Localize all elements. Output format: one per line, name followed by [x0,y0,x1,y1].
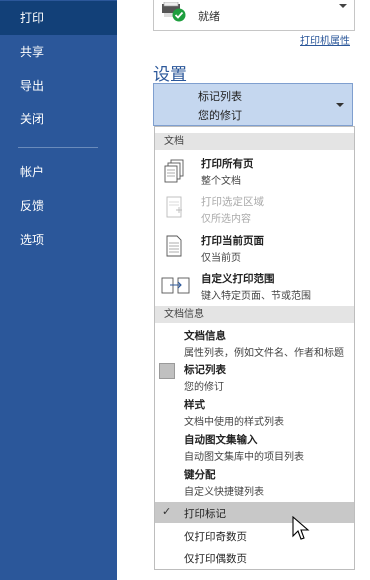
nav-print-label: 打印 [20,11,45,25]
nav-export[interactable]: 导出 [0,69,117,103]
item-title: 键分配 [184,469,216,481]
caret-down-icon [336,103,344,107]
item-title: 打印当前页面 [201,235,264,247]
nav-print[interactable]: 打印 [0,1,117,35]
menu-item-all-pages[interactable]: 打印所有页 整个文档 [155,152,354,188]
nav-export-label: 导出 [20,79,45,93]
section-document-info-label: 文档信息 [164,309,204,320]
nav-close[interactable]: 关闭 [0,102,117,136]
item-desc: 整个文档 [201,176,241,187]
mouse-pointer-icon [292,516,310,540]
menu-item-key-assignments[interactable]: 键分配 自定义快捷键列表 [155,465,354,499]
item-title: 样式 [184,399,205,411]
backstage-sidebar: 打印 共享 导出 关闭 帐户 反馈 选项 [0,0,117,580]
item-title: 自定义打印范围 [201,273,275,285]
item-title: 打印所有页 [201,158,254,170]
selection-icon [166,196,182,218]
menu-item-custom-range[interactable]: 自定义打印范围 键入特定页面、节或范围 [155,267,354,303]
custom-range-icon [161,277,190,294]
item-title: 标记列表 [184,364,226,376]
settings-heading: 设置 [153,65,187,85]
printer-properties-link[interactable]: 打印机属性 [300,32,350,47]
print-what-dropdown[interactable]: 标记列表 您的修订 [153,83,353,126]
section-document-info: 文档信息 [155,306,354,323]
item-desc: 仅当前页 [201,253,241,264]
nav-feedback-label: 反馈 [20,199,45,213]
item-label: 仅打印偶数页 [184,553,247,565]
chevron-down-icon [339,4,347,8]
checkmark-icon: ✓ [162,505,172,518]
item-desc: 自定义快捷键列表 [184,487,264,498]
menu-item-markup-list[interactable]: 标记列表 您的修订 [155,360,354,394]
item-label: 打印标记 [184,508,226,520]
menu-item-document-info[interactable]: 文档信息 属性列表，例如文件名、作者和标题 [155,326,354,360]
menu-item-selection: 打印选定区域 仅所选内容 [155,190,354,226]
section-document-label: 文档 [164,136,184,147]
nav-options-label: 选项 [20,233,45,247]
item-desc: 属性列表，例如文件名、作者和标题 [184,348,344,359]
print-what-menu: 文档 打印所有页 整个文档 打印选定区域 仅所选内容 打印当前页面 仅当前页 自… [154,126,355,570]
printer-ready-icon [162,2,186,22]
dropdown-title: 标记列表 [198,90,242,103]
nav-divider [18,147,98,148]
item-desc: 键入特定页面、节或范围 [201,291,311,302]
nav-options[interactable]: 选项 [0,223,117,257]
section-document: 文档 [155,133,354,150]
menu-item-autotext[interactable]: 自动图文集输入 自动图文集库中的项目列表 [155,430,354,464]
menu-item-current-page[interactable]: 打印当前页面 仅当前页 [155,229,354,265]
current-page-icon [166,235,182,257]
nav-share-label: 共享 [20,45,45,59]
dropdown-subtitle: 您的修订 [198,109,242,122]
selected-indicator-icon [159,363,175,379]
right-scroll-area [358,126,370,570]
nav-account-label: 帐户 [20,165,45,179]
nav-feedback[interactable]: 反馈 [0,189,117,223]
menu-item-odd-pages[interactable]: 仅打印奇数页 [155,525,354,546]
item-desc: 文档中使用的样式列表 [184,417,284,428]
item-label: 仅打印奇数页 [184,531,247,543]
item-title: 自动图文集输入 [184,434,258,446]
item-desc: 仅所选内容 [201,214,251,225]
item-desc: 自动图文集库中的项目列表 [184,452,304,463]
printer-status: 就绪 [198,10,220,23]
menu-item-print-markup[interactable]: ✓ 打印标记 [155,502,354,523]
all-pages-icon [164,159,184,183]
nav-account[interactable]: 帐户 [0,155,117,189]
nav-share[interactable]: 共享 [0,35,117,69]
menu-item-styles[interactable]: 样式 文档中使用的样式列表 [155,395,354,429]
item-title: 打印选定区域 [201,196,264,208]
menu-item-even-pages[interactable]: 仅打印偶数页 [155,547,354,568]
printer-selector[interactable]: 就绪 [153,0,355,31]
item-desc: 您的修订 [184,382,224,393]
nav-close-label: 关闭 [20,112,45,126]
item-title: 文档信息 [184,330,226,342]
